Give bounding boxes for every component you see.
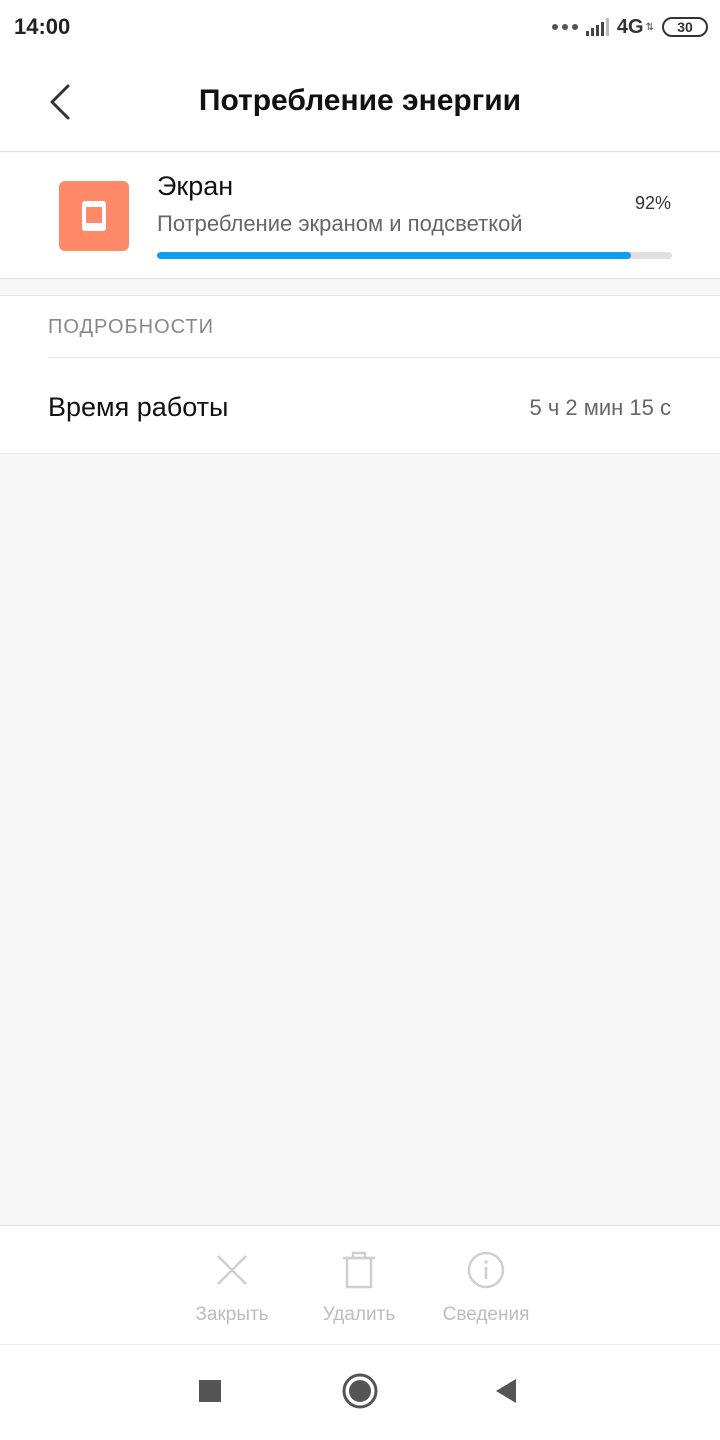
app-header: Потребление энергии bbox=[0, 54, 720, 152]
usage-summary: Экран Потребление экраном и подсветкой 9… bbox=[0, 153, 720, 279]
close-label: Закрыть bbox=[195, 1304, 269, 1325]
trash-icon bbox=[343, 1251, 375, 1289]
notification-dots-icon bbox=[551, 24, 578, 30]
info-label: Сведения bbox=[442, 1304, 530, 1325]
uptime-label: Время работы bbox=[48, 392, 229, 422]
status-time: 14:00 bbox=[14, 14, 71, 39]
uptime-value: 5 ч 2 мин 15 с bbox=[529, 395, 671, 420]
data-arrows-icon: ⇅ bbox=[645, 21, 654, 33]
delete-button[interactable]: Удалить bbox=[299, 1250, 419, 1330]
details-section: ПОДРОБНОСТИ Время работы 5 ч 2 мин 15 с bbox=[0, 295, 720, 454]
divider bbox=[48, 357, 720, 358]
signal-strength-icon bbox=[585, 18, 609, 36]
nav-back-button[interactable] bbox=[484, 1369, 528, 1413]
status-bar: 14:00 4G ⇅ 30 bbox=[0, 0, 720, 54]
usage-progress-bar bbox=[157, 252, 672, 259]
usage-percent: 92% bbox=[634, 193, 671, 213]
action-bar: Закрыть Удалить Сведения bbox=[0, 1225, 720, 1345]
section-title: ПОДРОБНОСТИ bbox=[48, 316, 214, 338]
app-description: Потребление экраном и подсветкой bbox=[157, 211, 523, 236]
system-nav-bar bbox=[0, 1345, 720, 1440]
recents-button[interactable] bbox=[188, 1369, 232, 1413]
info-icon bbox=[467, 1251, 505, 1289]
usage-progress-fill bbox=[157, 252, 631, 259]
battery-level: 30 bbox=[677, 19, 693, 35]
network-type: 4G bbox=[616, 15, 644, 38]
delete-label: Удалить bbox=[322, 1304, 396, 1325]
phone-screen-icon bbox=[59, 181, 129, 251]
status-indicators: 4G ⇅ 30 bbox=[551, 15, 708, 39]
page-title: Потребление энергии bbox=[198, 84, 522, 117]
close-icon bbox=[217, 1255, 247, 1285]
battery-icon: 30 bbox=[662, 17, 708, 37]
close-button[interactable]: Закрыть bbox=[172, 1250, 292, 1330]
triangle-back-icon bbox=[496, 1379, 516, 1403]
app-name: Экран bbox=[157, 171, 234, 201]
square-icon bbox=[199, 1380, 221, 1402]
home-button[interactable] bbox=[338, 1369, 382, 1413]
circle-icon bbox=[342, 1373, 378, 1409]
info-button[interactable]: Сведения bbox=[426, 1250, 546, 1330]
